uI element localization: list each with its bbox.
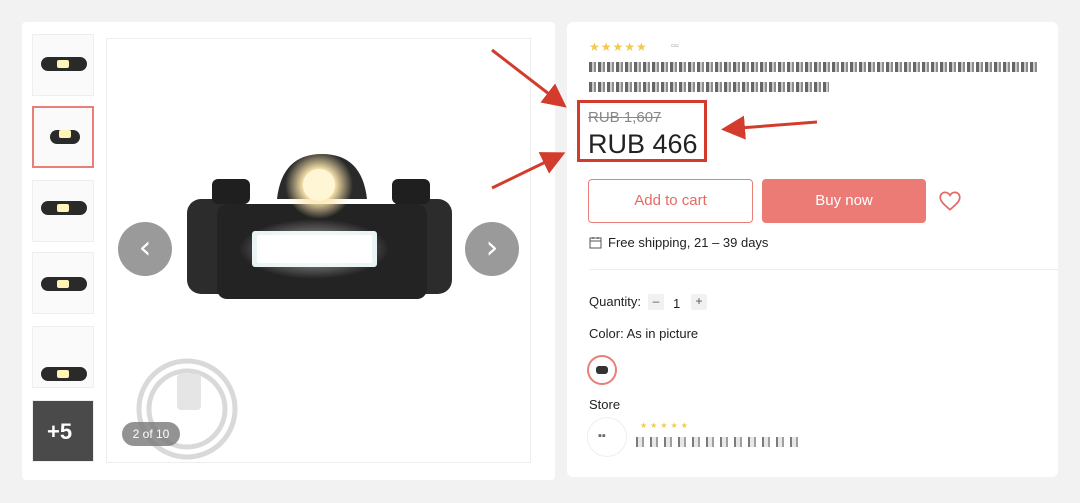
store-rating-stars: ★★★★★ [640, 421, 691, 430]
product-gallery: +5 ‹ › 2 of 10 [22, 22, 555, 480]
prev-image-button[interactable]: ‹ [118, 222, 172, 276]
add-to-cart-button[interactable]: Add to cart [588, 179, 753, 223]
more-count: +5 [47, 419, 73, 444]
quantity-increase-button[interactable]: + [691, 294, 707, 310]
thumbnail-2[interactable] [32, 106, 94, 168]
divider [589, 269, 1058, 270]
more-thumbnails[interactable]: +5 [32, 400, 94, 462]
quantity-decrease-button[interactable]: – [648, 294, 664, 310]
thumbnail-4[interactable] [32, 252, 94, 314]
thumbnail-5[interactable] [32, 326, 94, 388]
shipping-info: Free shipping, 21 – 39 days [589, 235, 768, 250]
thumbnail-1[interactable] [32, 34, 94, 96]
store-avatar[interactable]: ▪▪ [587, 417, 627, 457]
buy-now-button[interactable]: Buy now [762, 179, 926, 223]
chevron-left-icon: ‹ [138, 228, 152, 266]
color-label: Color: [589, 326, 624, 341]
thumbnail-image [57, 60, 69, 68]
quantity-label: Quantity: [589, 294, 642, 309]
quantity-value: 1 [673, 296, 681, 311]
swatch-image [596, 366, 608, 374]
thumbnail-image [59, 130, 71, 138]
calendar-icon [589, 237, 602, 249]
current-price: RUB 466 [588, 129, 698, 159]
thumbnail-3[interactable] [32, 180, 94, 242]
color-option: Color: As in picture [589, 326, 698, 341]
image-counter: 2 of 10 [122, 422, 180, 446]
price-highlight: RUB 1,607 RUB 466 [577, 100, 707, 162]
old-price: RUB 1,607 [588, 109, 662, 126]
thumbnail-image [57, 204, 69, 212]
heart-icon[interactable] [937, 188, 963, 214]
store-label: Store [589, 397, 621, 412]
color-value: As in picture [626, 326, 699, 341]
next-image-button[interactable]: › [465, 222, 519, 276]
thumbnail-image [57, 370, 69, 378]
rating-stars: ★★★★★ [589, 40, 648, 54]
shipping-text: Free shipping, 21 – 39 days [608, 235, 769, 250]
thumbnail-image [57, 280, 69, 288]
chevron-right-icon: › [485, 228, 499, 266]
product-title-redacted [589, 62, 1039, 102]
product-info: ★★★★★ ▫▫ RUB 1,607 RUB 466 Add to cart B… [567, 22, 1058, 477]
store-logo-redacted: ▪▪ [598, 430, 606, 442]
color-swatch[interactable] [587, 355, 617, 385]
store-name-redacted[interactable] [636, 437, 800, 447]
rating-count-redacted: ▫▫ [671, 40, 679, 52]
